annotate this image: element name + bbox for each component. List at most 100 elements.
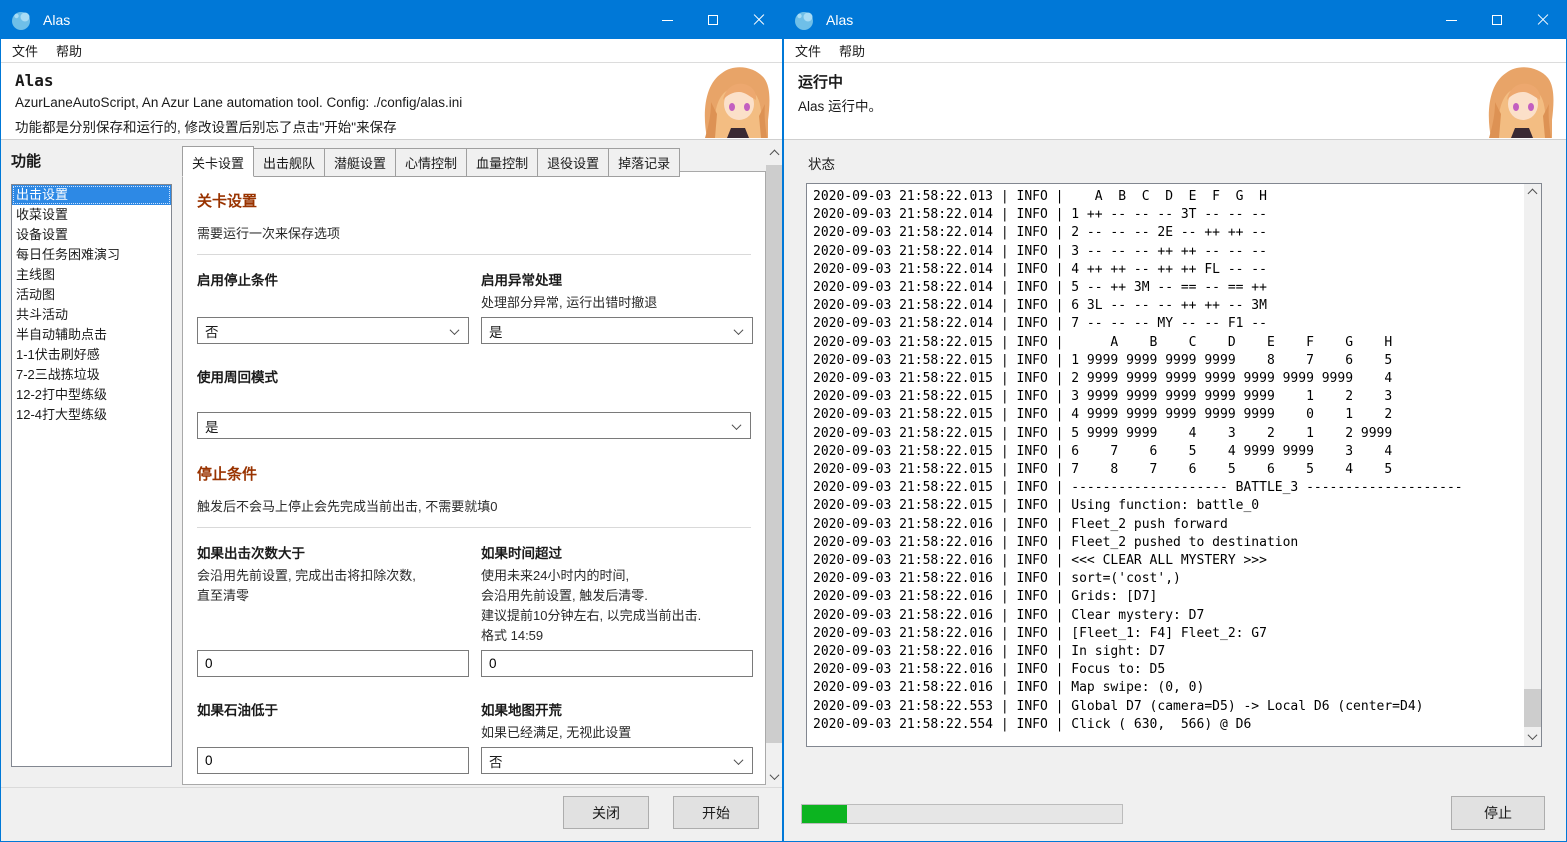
log-line: 2020-09-03 21:58:22.014 | INFO | 3 -- --… xyxy=(813,243,1267,259)
titlebar[interactable]: Alas xyxy=(784,1,1566,39)
maximize-button[interactable] xyxy=(690,1,736,39)
close-window-button[interactable]: 关闭 xyxy=(563,796,649,829)
loop-mode-select[interactable]: 是 xyxy=(197,412,751,439)
minimize-button[interactable] xyxy=(644,1,690,39)
scroll-down-icon[interactable] xyxy=(1524,728,1541,745)
scroll-up-icon[interactable] xyxy=(766,146,782,163)
log-line: 2020-09-03 21:58:22.016 | INFO | [Fleet_… xyxy=(813,625,1267,641)
close-icon xyxy=(1537,14,1549,26)
log-scrollbar[interactable] xyxy=(1524,184,1541,746)
if-time-input[interactable] xyxy=(481,650,753,677)
log-line: 2020-09-03 21:58:22.015 | INFO | 6 7 6 5… xyxy=(813,443,1393,459)
minimize-button[interactable] xyxy=(1428,1,1474,39)
log-line: 2020-09-03 21:58:22.015 | INFO | 3 9999 … xyxy=(813,389,1393,405)
progress-fill xyxy=(802,805,847,823)
maximize-icon xyxy=(708,15,718,25)
maximize-button[interactable] xyxy=(1474,1,1520,39)
enable-stop-select[interactable]: 否 xyxy=(197,317,469,344)
sidebar-item[interactable]: 7-2三战拣垃圾 xyxy=(12,365,171,385)
tab-退役设置[interactable]: 退役设置 xyxy=(537,148,610,177)
start-button[interactable]: 开始 xyxy=(673,796,759,829)
run-status-text: Alas 运行中。 xyxy=(798,99,883,114)
sidebar-item[interactable]: 12-4打大型练级 xyxy=(12,405,171,425)
log-line: 2020-09-03 21:58:22.013 | INFO | A B C D… xyxy=(813,189,1267,204)
sidebar-heading: 功能 xyxy=(11,153,42,170)
settings-panel: 关卡设置 需要运行一次来保存选项 启用停止条件 否 启用异常处理 处理部分异常,… xyxy=(182,171,766,785)
select-value: 否 xyxy=(489,754,503,770)
divider xyxy=(197,527,751,528)
field-desc: 使用未来24小时内的时间, 会沿用先前设置, 触发后清零. 建议提前10分钟左右… xyxy=(481,568,702,643)
select-value: 是 xyxy=(489,324,503,340)
field-enable-exception: 启用异常处理 处理部分异常, 运行出错时撤退 是 xyxy=(481,269,753,344)
field-if-count: 如果出击次数大于 会沿用先前设置, 完成出击将扣除次数, 直至清零 xyxy=(197,542,469,677)
log-line: 2020-09-03 21:58:22.016 | INFO | Focus t… xyxy=(813,662,1166,678)
close-button[interactable] xyxy=(1520,1,1566,39)
scroll-up-icon[interactable] xyxy=(1524,185,1541,202)
if-map-select[interactable]: 否 xyxy=(481,747,753,774)
sidebar-item[interactable]: 收菜设置 xyxy=(12,205,171,225)
titlebar[interactable]: Alas xyxy=(1,1,782,39)
close-button[interactable] xyxy=(736,1,782,39)
section-desc-stop: 触发后不会马上停止会先完成当前出击, 不需要就填0 xyxy=(197,499,498,514)
menu-help[interactable]: 帮助 xyxy=(47,39,91,62)
field-label: 启用异常处理 xyxy=(481,273,562,288)
log-box: 2020-09-03 21:58:22.013 | INFO | A B C D… xyxy=(806,183,1542,747)
log-line: 2020-09-03 21:58:22.016 | INFO | Fleet_2… xyxy=(813,534,1299,550)
close-icon xyxy=(753,14,765,26)
field-label: 如果时间超过 xyxy=(481,546,562,561)
menubar: 文件 帮助 xyxy=(1,39,782,63)
select-value: 否 xyxy=(205,324,219,340)
chevron-down-icon xyxy=(731,420,742,431)
log-line: 2020-09-03 21:58:22.554 | INFO | Click (… xyxy=(813,716,1252,732)
log-line: 2020-09-03 21:58:22.015 | INFO | 1 9999 … xyxy=(813,352,1393,368)
scroll-down-icon[interactable] xyxy=(766,768,782,785)
log-line: 2020-09-03 21:58:22.553 | INFO | Global … xyxy=(813,698,1424,714)
sidebar-item[interactable]: 每日任务困难演习 xyxy=(12,245,171,265)
menu-file[interactable]: 文件 xyxy=(3,39,47,62)
window-title: Alas xyxy=(826,12,854,28)
app-header: Alas AzurLaneAutoScript, An Azur Lane au… xyxy=(1,63,782,140)
log-line: 2020-09-03 21:58:22.016 | INFO | Fleet_2… xyxy=(813,516,1228,532)
sidebar-item[interactable]: 设备设置 xyxy=(12,225,171,245)
if-oil-input[interactable] xyxy=(197,747,469,774)
sidebar-item[interactable]: 出击设置 xyxy=(12,185,171,205)
tab-出击舰队[interactable]: 出击舰队 xyxy=(253,148,326,177)
tab-掉落记录[interactable]: 掉落记录 xyxy=(608,148,681,177)
tab-bar: 关卡设置 出击舰队 潜艇设置 心情控制 血量控制 退役设置 掉落记录 xyxy=(182,146,681,177)
stop-button[interactable]: 停止 xyxy=(1451,796,1545,830)
log-line: 2020-09-03 21:58:22.016 | INFO | In sigh… xyxy=(813,644,1166,660)
field-if-oil: 如果石油低于 xyxy=(197,699,469,774)
log-line: 2020-09-03 21:58:22.014 | INFO | 2 -- --… xyxy=(813,225,1267,241)
enable-exception-select[interactable]: 是 xyxy=(481,317,753,344)
config-window: Alas 文件 帮助 Alas AzurLaneAutoScript, An A… xyxy=(0,0,783,842)
sidebar-item[interactable]: 活动图 xyxy=(12,285,171,305)
select-value: 是 xyxy=(205,419,219,435)
tab-血量控制[interactable]: 血量控制 xyxy=(466,148,539,177)
field-label: 如果石油低于 xyxy=(197,703,278,718)
sidebar-item[interactable]: 共斗活动 xyxy=(12,305,171,325)
minimize-icon xyxy=(1445,19,1457,21)
tab-心情控制[interactable]: 心情控制 xyxy=(395,148,468,177)
chevron-down-icon xyxy=(449,325,460,336)
app-title: Alas xyxy=(15,71,54,90)
section-desc-stage: 需要运行一次来保存选项 xyxy=(197,226,341,241)
log-line: 2020-09-03 21:58:22.015 | INFO | 7 8 7 6… xyxy=(813,462,1393,478)
app-subtitle: AzurLaneAutoScript, An Azur Lane automat… xyxy=(15,95,463,110)
sidebar-item[interactable]: 1-1伏击刷好感 xyxy=(12,345,171,365)
menu-file[interactable]: 文件 xyxy=(786,39,830,62)
log-line: 2020-09-03 21:58:22.015 | INFO | 2 9999 … xyxy=(813,371,1393,387)
panel-scrollbar[interactable] xyxy=(766,146,782,785)
sidebar-item[interactable]: 主线图 xyxy=(12,265,171,285)
tab-关卡设置[interactable]: 关卡设置 xyxy=(182,146,255,177)
minimize-icon xyxy=(661,19,673,21)
if-count-input[interactable] xyxy=(197,650,469,677)
app-header: 运行中 Alas 运行中。 xyxy=(784,63,1566,140)
sidebar-item[interactable]: 半自动辅助点击 xyxy=(12,325,171,345)
sidebar-item[interactable]: 12-2打中型练级 xyxy=(12,385,171,405)
scrollbar-thumb[interactable] xyxy=(1524,689,1541,727)
field-label: 使用周回模式 xyxy=(197,370,278,385)
scrollbar-thumb[interactable] xyxy=(766,165,782,743)
menu-help[interactable]: 帮助 xyxy=(830,39,874,62)
field-label: 如果出击次数大于 xyxy=(197,546,305,561)
tab-潜艇设置[interactable]: 潜艇设置 xyxy=(324,148,397,177)
